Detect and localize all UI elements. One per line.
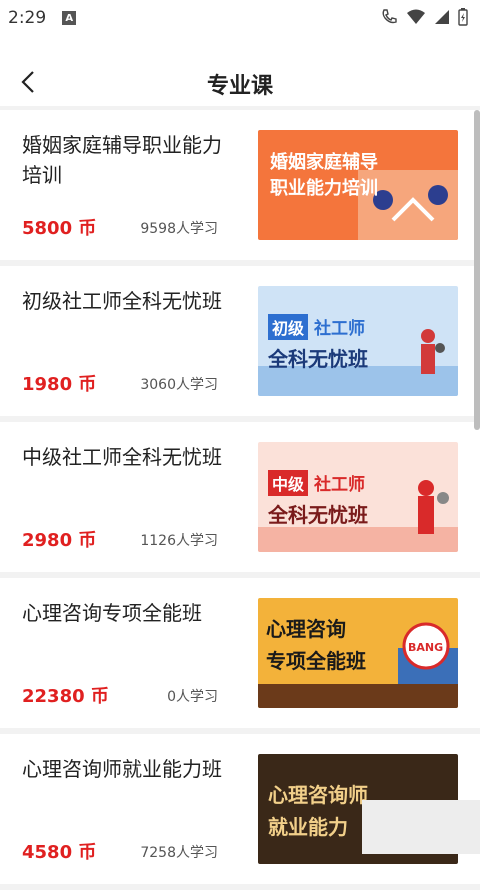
- thumb-tag: 中级: [272, 475, 305, 494]
- thumb-line1: 心理咨询: [266, 617, 346, 641]
- status-icons: [380, 8, 468, 31]
- course-title: 初级社工师全科无忧班: [22, 289, 222, 313]
- thumb-line1: 社工师: [313, 318, 365, 339]
- a-notification-icon: A: [62, 11, 77, 25]
- course-thumbnail: 婚姻家庭辅导 职业能力培训: [258, 130, 458, 240]
- course-price: 2980 币: [22, 530, 97, 551]
- thumb-line2: 职业能力培训: [270, 177, 378, 199]
- course-learners: 7258人学习: [140, 845, 218, 861]
- thumb-line2: 全科无忧班: [267, 347, 368, 371]
- course-thumbnail: 初级 社工师 全科无忧班: [258, 286, 458, 396]
- header: 专业课: [0, 36, 480, 106]
- course-title: 心理咨询师就业能力班: [22, 757, 222, 781]
- thumb-line1: 婚姻家庭辅导: [270, 151, 378, 173]
- course-learners: 1126人学习: [140, 533, 218, 549]
- course-title: 心理咨询专项全能班: [22, 601, 202, 625]
- course-price: 4580 币: [22, 842, 97, 863]
- signal-icon: [434, 9, 450, 30]
- scrollbar[interactable]: [474, 110, 480, 430]
- course-title: 中级社工师全科无忧班: [22, 445, 222, 469]
- course-card[interactable]: 初级社工师全科无忧班 1980 币 3060人学习 初级 社工师 全科无忧班: [0, 266, 480, 416]
- course-list: 婚姻家庭辅导职业能力培训 5800 币 9598人学习 婚姻家庭辅导 职业能力培…: [0, 110, 480, 890]
- course-card[interactable]: 心理咨询专项全能班 22380 币 0人学习 心理咨询 专项全能班 BANG: [0, 578, 480, 728]
- corner-overlay: [362, 800, 480, 854]
- thumb-line1: 社工师: [313, 474, 365, 495]
- course-thumbnail: 心理咨询 专项全能班 BANG: [258, 598, 458, 708]
- course-price: 5800 币: [22, 218, 97, 239]
- call-icon: [380, 8, 398, 31]
- wifi-icon: [406, 9, 426, 30]
- course-title: 婚姻家庭辅导职业能力培训: [22, 133, 222, 187]
- thumb-line2: 就业能力: [268, 815, 348, 839]
- thumb-tag: 初级: [272, 319, 305, 338]
- thumb-badge: BANG: [408, 641, 443, 654]
- thumb-line2: 全科无忧班: [267, 503, 368, 527]
- course-learners: 9598人学习: [140, 221, 218, 237]
- page-title: 专业课: [206, 74, 273, 99]
- course-card[interactable]: 婚姻家庭辅导职业能力培训 5800 币 9598人学习 婚姻家庭辅导 职业能力培…: [0, 110, 480, 260]
- battery-icon: [458, 8, 468, 31]
- course-price: 22380 币: [22, 686, 109, 707]
- course-learners: 0人学习: [167, 689, 218, 705]
- course-learners: 3060人学习: [140, 377, 218, 393]
- status-bar: 2:29 A: [0, 0, 480, 36]
- status-time: 2:29: [8, 8, 47, 28]
- thumb-line2: 专项全能班: [266, 649, 366, 673]
- course-price: 1980 币: [22, 374, 97, 395]
- course-card[interactable]: 中级社工师全科无忧班 2980 币 1126人学习 中级 社工师 全科无忧班: [0, 422, 480, 572]
- course-thumbnail: 中级 社工师 全科无忧班: [258, 442, 458, 552]
- thumb-line1: 心理咨询师: [268, 783, 368, 807]
